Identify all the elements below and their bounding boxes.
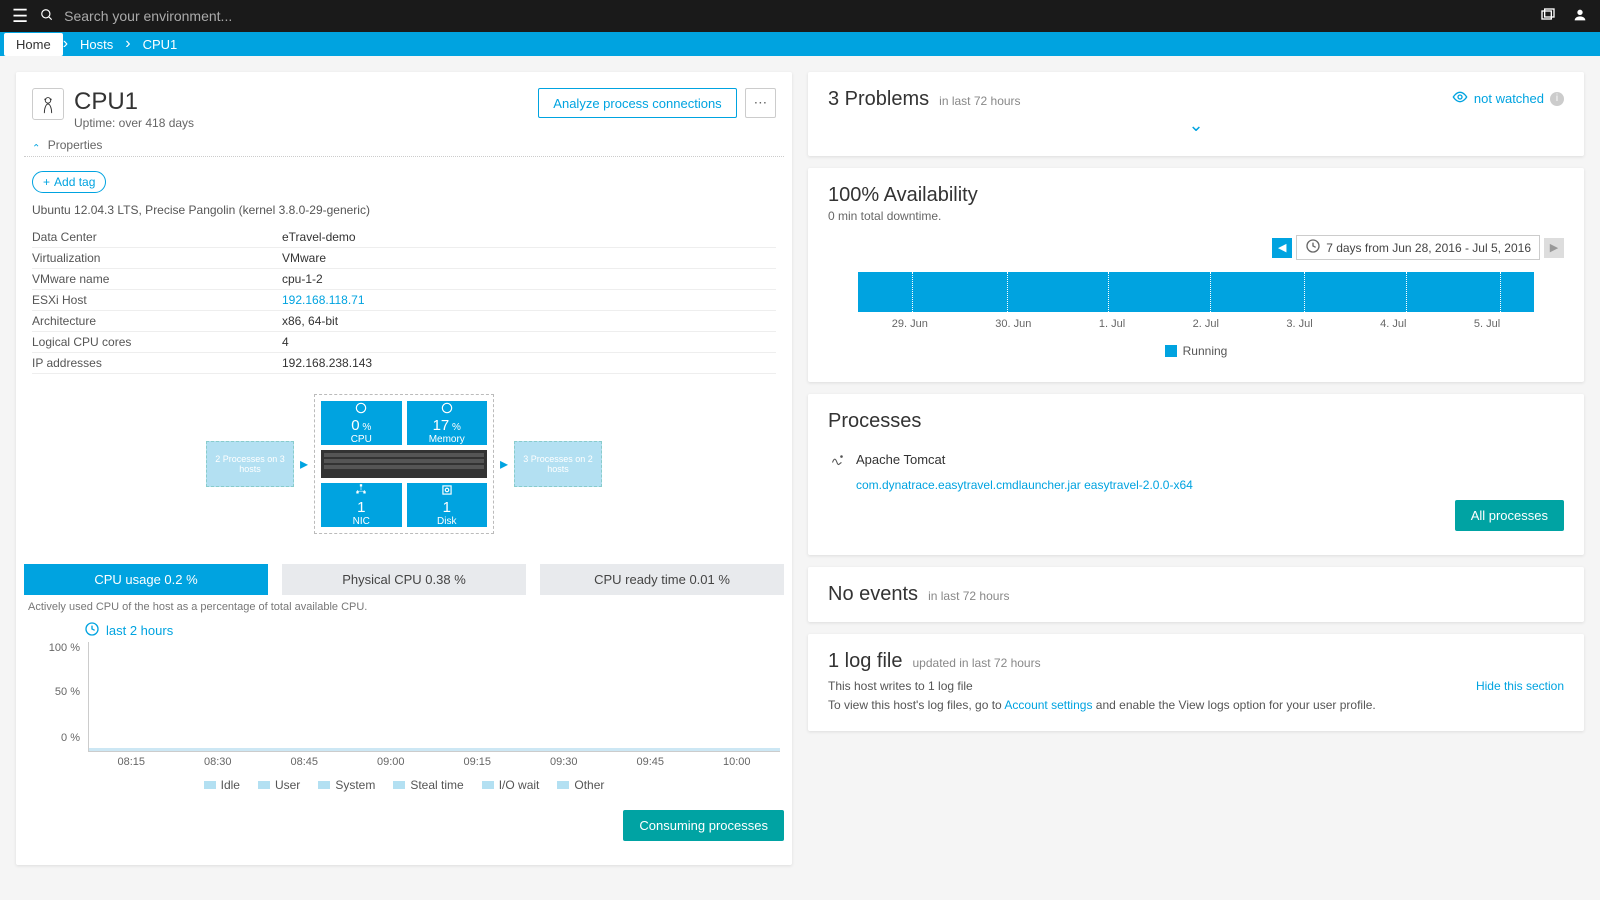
topbar: ☰ <box>0 0 1600 32</box>
events-panel: No events in last 72 hours <box>808 567 1584 622</box>
watch-toggle[interactable]: not watched <box>1474 91 1544 106</box>
events-title: No events <box>828 583 918 606</box>
user-icon[interactable] <box>1572 7 1588 26</box>
topology-outgoing[interactable]: 3 Processes on 2 hosts <box>514 441 602 487</box>
processes-title: Processes <box>828 410 1564 433</box>
eye-icon <box>1452 89 1468 108</box>
add-tag-button[interactable]: + Add tag <box>32 171 106 193</box>
host-os-icon <box>32 88 64 120</box>
metric-tab[interactable]: CPU usage 0.2 % <box>24 564 268 595</box>
time-next-button[interactable]: ▶ <box>1544 238 1564 258</box>
account-settings-link[interactable]: Account settings <box>1004 698 1092 712</box>
clock-icon <box>84 621 100 640</box>
clock-icon <box>1305 238 1321 257</box>
log-title: 1 log file <box>828 650 903 673</box>
menu-icon[interactable]: ☰ <box>12 6 40 27</box>
hide-section-link[interactable]: Hide this section <box>1476 677 1564 696</box>
properties-table: Data CentereTravel-demoVirtualizationVMw… <box>24 227 784 374</box>
availability-panel: 100% Availability 0 min total downtime. … <box>808 168 1584 382</box>
processes-panel: Processes Apache Tomcat com.dynatrace.ea… <box>808 394 1584 555</box>
arrow-right-icon: ▸ <box>494 454 514 474</box>
breadcrumb: Home › Hosts › CPU1 <box>0 32 1600 56</box>
property-row: VirtualizationVMware <box>32 248 776 269</box>
time-range-display[interactable]: 7 days from Jun 28, 2016 - Jul 5, 2016 <box>1296 235 1540 260</box>
cpu-usage-chart: 100 % 50 % 0 % 08:1508:3008:4509:0009:15… <box>24 642 784 768</box>
property-row: Data CentereTravel-demo <box>32 227 776 248</box>
os-description: Ubuntu 12.04.3 LTS, Precise Pangolin (ke… <box>24 203 784 227</box>
host-title: CPU1 <box>74 88 194 116</box>
breadcrumb-home[interactable]: Home <box>4 33 63 56</box>
windows-icon[interactable] <box>1540 7 1556 26</box>
breadcrumb-hosts[interactable]: Hosts <box>68 33 125 56</box>
topology-disk-tile[interactable]: 1 Disk <box>407 483 488 527</box>
problems-title: 3 Problems <box>828 88 929 111</box>
consuming-processes-button[interactable]: Consuming processes <box>623 810 784 841</box>
search-input[interactable] <box>64 8 1540 24</box>
process-name[interactable]: Apache Tomcat <box>856 452 945 467</box>
topology-nic-tile[interactable]: 1 NIC <box>321 483 402 527</box>
topology-diagram: 2 Processes on 3 hosts ▸ 0 % CPU 17 % Me… <box>24 374 784 554</box>
availability-chart <box>858 272 1534 312</box>
chart-legend: IdleUserSystemSteal timeI/O waitOther <box>24 768 784 802</box>
log-panel: 1 log file updated in last 72 hours Hide… <box>808 634 1584 731</box>
metric-tab[interactable]: CPU ready time 0.01 % <box>540 564 784 595</box>
search-icon[interactable] <box>40 8 64 25</box>
log-info-line: This host writes to 1 log file <box>828 677 1564 696</box>
log-subtitle: updated in last 72 hours <box>913 656 1041 670</box>
process-details[interactable]: com.dynatrace.easytravel.cmdlauncher.jar… <box>828 478 1564 492</box>
topology-incoming[interactable]: 2 Processes on 3 hosts <box>206 441 294 487</box>
analyze-button[interactable]: Analyze process connections <box>538 88 736 118</box>
host-uptime: Uptime: over 418 days <box>74 116 194 130</box>
process-icon <box>828 449 846 470</box>
problems-subtitle: in last 72 hours <box>939 94 1020 108</box>
availability-subtitle: 0 min total downtime. <box>828 209 1564 223</box>
chevron-up-icon: ⌄ <box>32 141 40 152</box>
host-panel: CPU1 Uptime: over 418 days Analyze proce… <box>16 72 792 865</box>
property-row: IP addresses192.168.238.143 <box>32 353 776 374</box>
time-prev-button[interactable]: ◀ <box>1272 238 1292 258</box>
availability-title: 100% Availability <box>828 184 1564 207</box>
property-row: ESXi Host192.168.118.71 <box>32 290 776 311</box>
info-icon[interactable]: i <box>1550 92 1564 106</box>
topology-memory-tile[interactable]: 17 % Memory <box>407 401 488 445</box>
problems-panel: 3 Problems in last 72 hours not watched … <box>808 72 1584 156</box>
tab-description: Actively used CPU of the host as a perce… <box>24 595 784 619</box>
expand-problems[interactable]: ⌄ <box>828 111 1564 140</box>
property-row: Architecturex86, 64-bit <box>32 311 776 332</box>
properties-toggle[interactable]: ⌄ Properties <box>24 138 784 157</box>
all-processes-button[interactable]: All processes <box>1455 500 1564 531</box>
arrow-right-icon: ▸ <box>294 454 314 474</box>
breadcrumb-current[interactable]: CPU1 <box>131 33 190 56</box>
property-row: VMware namecpu-1-2 <box>32 269 776 290</box>
time-range-selector[interactable]: last 2 hours <box>106 623 173 638</box>
topology-cpu-tile[interactable]: 0 % CPU <box>321 401 402 445</box>
topology-server-icon[interactable] <box>321 450 487 478</box>
more-button[interactable]: ⋯ <box>745 88 776 118</box>
availability-legend: Running <box>1183 344 1228 358</box>
property-row: Logical CPU cores4 <box>32 332 776 353</box>
events-subtitle: in last 72 hours <box>928 589 1009 603</box>
metric-tabs: CPU usage 0.2 % Physical CPU 0.38 % CPU re… <box>24 564 784 595</box>
metric-tab[interactable]: Physical CPU 0.38 % <box>282 564 526 595</box>
plus-icon: + <box>43 175 50 189</box>
